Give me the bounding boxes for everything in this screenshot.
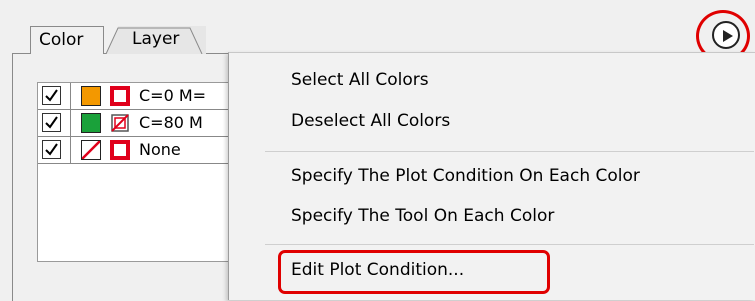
color-row[interactable]: C=0 M= [38,83,238,109]
color-row-label: C=80 M [139,113,203,132]
panel-left-border [12,53,13,301]
color-swatch-green [81,113,101,133]
menu-item-edit-plot-condition[interactable]: Edit Plot Condition... [291,255,464,285]
circle-play-icon [723,30,733,42]
tool-none-slash-icon [110,113,130,133]
color-swatch-orange [81,86,101,106]
color-row-label: None [139,140,181,159]
color-list[interactable]: C=0 M= C=80 M None [37,82,238,262]
menu-item-select-all-colors[interactable]: Select All Colors [291,65,429,95]
tool-box-icon [110,140,130,160]
panel-menu-button[interactable] [712,21,740,49]
panel-context-menu: Select All Colors Deselect All Colors Sp… [228,52,755,300]
color-row-checkbox[interactable] [42,140,61,159]
checkmark-icon [45,116,58,129]
menu-item-plot-condition-each-color[interactable]: Specify The Plot Condition On Each Color [291,161,640,191]
checkmark-icon [45,143,58,156]
tab-layer[interactable]: Layer [106,26,206,54]
color-swatch-none-icon [81,140,101,160]
column-divider [70,83,71,164]
tab-strip: Color Layer [0,0,755,54]
checkmark-icon [45,89,58,102]
tab-color[interactable]: Color [30,26,104,54]
color-row-checkbox[interactable] [42,86,61,105]
menu-separator [265,151,754,152]
color-row-checkbox[interactable] [42,113,61,132]
row-divider [38,136,238,137]
tab-layer-label: Layer [132,29,180,49]
row-divider [38,109,238,110]
color-row[interactable]: None [38,137,238,163]
menu-item-deselect-all-colors[interactable]: Deselect All Colors [291,106,450,136]
tool-box-icon [110,86,130,106]
color-row-label: C=0 M= [139,86,207,105]
tab-color-label: Color [39,30,84,50]
menu-item-tool-each-color[interactable]: Specify The Tool On Each Color [291,201,554,231]
color-row[interactable]: C=80 M [38,110,238,136]
menu-separator [265,244,754,245]
row-divider [38,163,238,164]
